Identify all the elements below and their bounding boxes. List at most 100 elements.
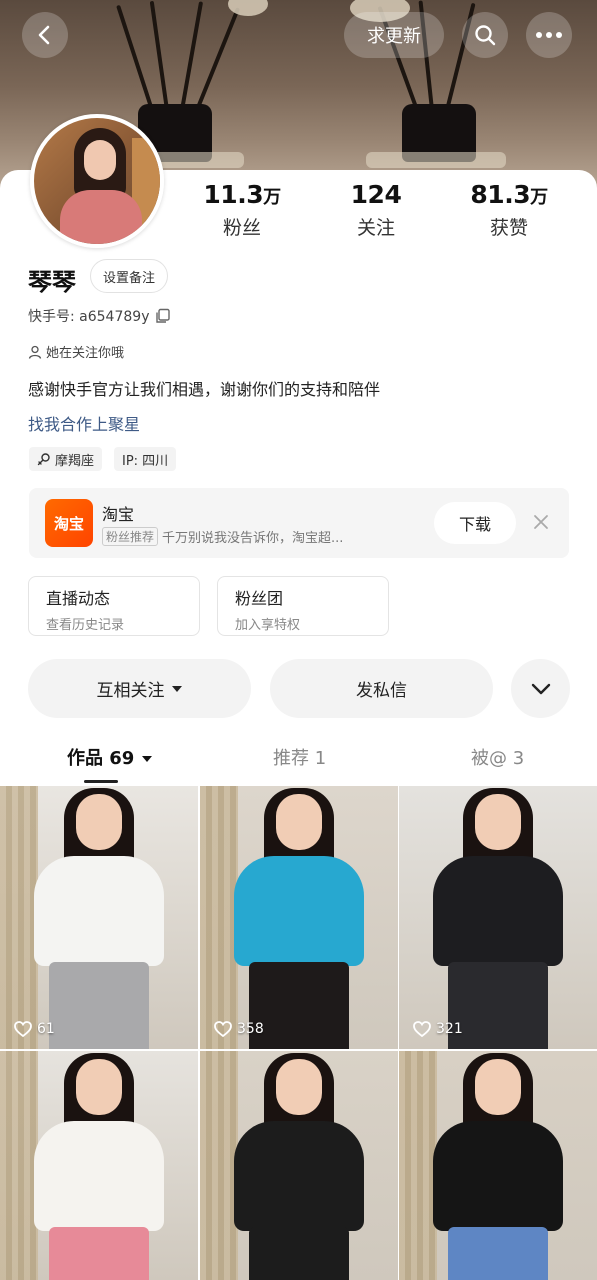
message-label: 发私信 [356, 681, 407, 701]
video-likes-count: 358 [237, 1021, 264, 1037]
video-tile[interactable]: 358 [200, 786, 398, 1049]
ad-chip: 粉丝推荐 [102, 527, 159, 546]
decor [475, 794, 521, 850]
heart-icon [214, 1021, 232, 1037]
mutual-follow-button[interactable]: 互相关注 [28, 659, 251, 718]
decor [0, 786, 38, 1049]
message-button[interactable]: 发私信 [270, 659, 493, 718]
avatar[interactable] [30, 114, 164, 248]
copy-icon[interactable] [155, 308, 171, 324]
decor [34, 1121, 164, 1231]
decor [34, 856, 164, 966]
video-tile[interactable] [200, 1051, 398, 1280]
more-icon [536, 32, 562, 38]
stat-label: 粉丝 [222, 217, 261, 239]
follows-you-text: 她在关注你哦 [46, 346, 125, 361]
stat-value: 11.3万 [203, 180, 281, 209]
back-button[interactable] [22, 12, 68, 58]
decor [249, 1227, 349, 1280]
ad-download-button[interactable]: 下载 [434, 502, 516, 544]
decor [0, 1051, 38, 1280]
caret-down-icon [171, 685, 182, 692]
feature-title: 粉丝团 [235, 589, 284, 608]
decor [433, 1121, 563, 1231]
decor [116, 4, 154, 111]
video-likes-count: 321 [436, 1021, 463, 1037]
kuaishou-id-text: 快手号: a654789y [28, 309, 150, 325]
decor [84, 140, 116, 180]
decor [149, 0, 169, 111]
decor [180, 1, 204, 111]
decor [448, 962, 548, 1049]
ad-description: 千万别说我没告诉你，淘宝超... [162, 531, 344, 546]
decor [76, 1059, 122, 1115]
heart-icon [413, 1021, 431, 1037]
tag-ip: IP: 四川 [114, 447, 177, 471]
caret-down-icon [141, 756, 152, 762]
heart-icon [14, 1021, 32, 1037]
decor [276, 794, 322, 850]
decor [200, 786, 238, 1049]
tab-label: 作品 69 [67, 748, 135, 769]
taobao-ad[interactable]: 淘宝 淘宝 粉丝推荐 千万别说我没告诉你，淘宝超... 下载 [29, 488, 569, 558]
decor [475, 1059, 521, 1115]
decor [76, 794, 122, 850]
set-remark-button[interactable]: 设置备注 [90, 259, 169, 293]
video-tile[interactable]: 321 [399, 786, 597, 1049]
search-icon [475, 25, 496, 46]
search-button[interactable] [462, 12, 508, 58]
tab-label: 推荐 1 [273, 748, 327, 769]
tab-recommended[interactable]: 推荐 1 [273, 744, 326, 770]
stat-following[interactable]: 124 关注 [316, 180, 436, 240]
kuaishou-id: 快手号: a654789y [28, 306, 171, 326]
stat-label: 关注 [356, 217, 395, 239]
video-tile[interactable] [0, 1051, 198, 1280]
more-button[interactable] [526, 12, 572, 58]
request-update-label: 求更新 [367, 26, 421, 47]
request-update-button[interactable]: 求更新 [344, 12, 444, 58]
tab-mentioned[interactable]: 被@ 3 [471, 744, 524, 770]
decor [448, 1227, 548, 1280]
follows-you-note: 她在关注你哦 [28, 342, 124, 361]
cooperation-link[interactable]: 找我合作上聚星 [28, 411, 140, 435]
profile-bio: 感谢快手官方让我们相遇，谢谢你们的支持和陪伴 [28, 380, 381, 399]
video-likes: 61 [14, 1021, 55, 1037]
chevron-left-icon [38, 25, 50, 45]
stat-likes[interactable]: 81.3万 获赞 [449, 180, 569, 240]
close-icon [534, 515, 548, 529]
video-tile[interactable]: 61 [0, 786, 198, 1049]
video-likes: 358 [214, 1021, 264, 1037]
decor [195, 7, 241, 111]
ad-subtitle: 粉丝推荐 千万别说我没告诉你，淘宝超... [102, 527, 442, 546]
active-tab-indicator [84, 780, 118, 783]
tag-label: 摩羯座 [55, 453, 95, 469]
stat-followers[interactable]: 11.3万 粉丝 [182, 180, 302, 240]
decor [60, 190, 142, 244]
decor [276, 1059, 322, 1115]
set-remark-label: 设置备注 [103, 270, 156, 286]
ad-close-button[interactable] [529, 510, 553, 534]
decor [234, 856, 364, 966]
feature-subtitle: 查看历史记录 [46, 618, 125, 633]
video-tile[interactable] [399, 1051, 597, 1280]
tab-label: 被@ 3 [471, 748, 525, 769]
decor [249, 962, 349, 1049]
profile-name: 琴琴 [28, 268, 76, 296]
expand-button[interactable] [511, 659, 570, 718]
feature-title: 直播动态 [46, 589, 111, 608]
mutual-follow-label: 互相关注 [96, 681, 165, 701]
video-likes: 321 [413, 1021, 463, 1037]
decor [49, 962, 149, 1049]
ad-title: 淘宝 [102, 505, 135, 524]
live-history-card[interactable]: 直播动态 查看历史记录 [28, 576, 200, 636]
fan-club-card[interactable]: 粉丝团 加入享特权 [217, 576, 389, 636]
chevron-down-icon [531, 683, 550, 694]
tag-label: IP: 四川 [122, 453, 169, 469]
decor [234, 1121, 364, 1231]
tab-works[interactable]: 作品 69 [67, 744, 153, 770]
stat-label: 获赞 [489, 217, 528, 239]
tag-zodiac[interactable]: 摩羯座 [29, 447, 103, 471]
zodiac-icon [37, 453, 50, 466]
stat-value: 81.3万 [470, 180, 548, 209]
decor [49, 1227, 149, 1280]
